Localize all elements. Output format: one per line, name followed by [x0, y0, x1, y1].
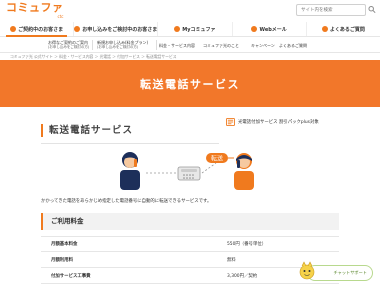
user-icon	[174, 26, 181, 32]
subnav-item-faq[interactable]: よくあるご質問	[279, 43, 307, 48]
nav-label: お申し込みをご検討中のお客さま	[82, 26, 158, 33]
subnav-item-about[interactable]: コミュファ光のこと	[203, 43, 239, 48]
search-icon[interactable]	[368, 5, 376, 14]
search-input[interactable]	[296, 4, 366, 16]
fee-label: 月額基本料金	[51, 242, 78, 247]
chat-support-button[interactable]: チャットサポート	[307, 265, 373, 281]
logo-sub: ctc	[57, 14, 64, 19]
service-description: かかってきた電話をあらかじめ指定した電話番号に自動的に転送できるサービスです。	[41, 199, 212, 204]
nav-item-existing-customers[interactable]: ご契約中のお客さま	[0, 22, 75, 37]
logo[interactable]: コミュファ ctc	[6, 2, 64, 19]
table-row: 月額利用料 無料	[41, 252, 339, 268]
nav-label: Myコミュファ	[182, 26, 216, 33]
receiver-icon	[234, 153, 254, 190]
subnav-label: よくあるご質問	[279, 43, 307, 48]
discount-pack-label: 光電話付加サービス 割引パックplus対象	[238, 120, 319, 125]
subnav-item-campaign-contract[interactable]: お得なご契約のご案内 (お申し込みをご検討の方)	[48, 40, 89, 50]
divider	[92, 40, 93, 50]
subnav-item-new-application[interactable]: 新規お申し込み(料金プラン) (お申し込みをご検討の方)	[97, 40, 148, 50]
hero-title: 転送電話サービス	[140, 77, 240, 91]
table-row: 付加サービス工事費 3,300円／契約	[41, 268, 339, 284]
table-row: 月額基本料金 550円（番号単位）	[41, 236, 339, 252]
call-forwarding-illustration: 転送	[120, 152, 254, 190]
person-icon	[10, 26, 17, 32]
fee-label: 付加サービス工事費	[51, 273, 91, 279]
forward-label: 転送	[211, 155, 223, 163]
subnav-sublabel: (お申し込みをご検討の方)	[48, 45, 90, 49]
chat-support-label: チャットサポート	[333, 270, 367, 275]
subnav-label: キャンペーン	[251, 43, 275, 48]
nav-label: よくあるご質問	[329, 26, 365, 33]
nav-item-prospective-customers[interactable]: お申し込みをご検討中のお客さま	[74, 22, 159, 36]
caller-icon	[120, 152, 140, 190]
page-title: 転送電話サービス	[41, 124, 133, 137]
nav-label: Webメール	[259, 26, 287, 33]
fee-table: 月額基本料金 550円（番号単位） 月額利用料 無料 付加サービス工事費 3,3…	[41, 236, 339, 284]
nav-label: ご契約中のお客さま	[18, 26, 64, 33]
discount-pack-badge[interactable]: 光電話付加サービス 割引パックplus対象	[226, 118, 319, 126]
house-icon	[74, 26, 81, 32]
subnav-sublabel: (お申し込みをご検討の方)	[97, 45, 139, 49]
mascot-icon[interactable]	[299, 260, 315, 280]
fee-value: 無料	[227, 257, 236, 263]
divider	[41, 143, 219, 144]
mail-icon	[251, 26, 258, 32]
subnav-item-pricing[interactable]: 料金・サービス内容	[159, 43, 195, 48]
telephone-icon	[177, 166, 201, 181]
primary-nav: ご契約中のお客さま お申し込みをご検討中のお客さま Myコミュファ Webメール…	[0, 22, 380, 37]
sub-nav: お得なご契約のご案内 (お申し込みをご検討の方) 新規お申し込み(料金プラン) …	[0, 37, 380, 53]
site-header: コミュファ ctc	[0, 0, 380, 22]
logo-text: コミュファ	[6, 1, 64, 14]
hero-banner: 転送電話サービス	[0, 60, 380, 107]
fee-label: 月額利用料	[51, 257, 73, 263]
nav-item-faq[interactable]: よくあるご質問	[307, 22, 380, 36]
subnav-label: コミュファ光のこと	[203, 43, 239, 48]
subnav-label: 料金・サービス内容	[159, 43, 195, 48]
fee-section-heading: ご利用料金	[41, 213, 339, 230]
subnav-item-campaign[interactable]: キャンペーン	[251, 43, 275, 48]
divider	[156, 40, 157, 50]
document-icon	[226, 118, 235, 126]
nav-item-my-commufa[interactable]: Myコミュファ	[158, 22, 233, 36]
question-icon	[321, 26, 328, 32]
fee-value: 550円（番号単位）	[227, 242, 267, 247]
nav-item-webmail[interactable]: Webメール	[233, 22, 307, 36]
